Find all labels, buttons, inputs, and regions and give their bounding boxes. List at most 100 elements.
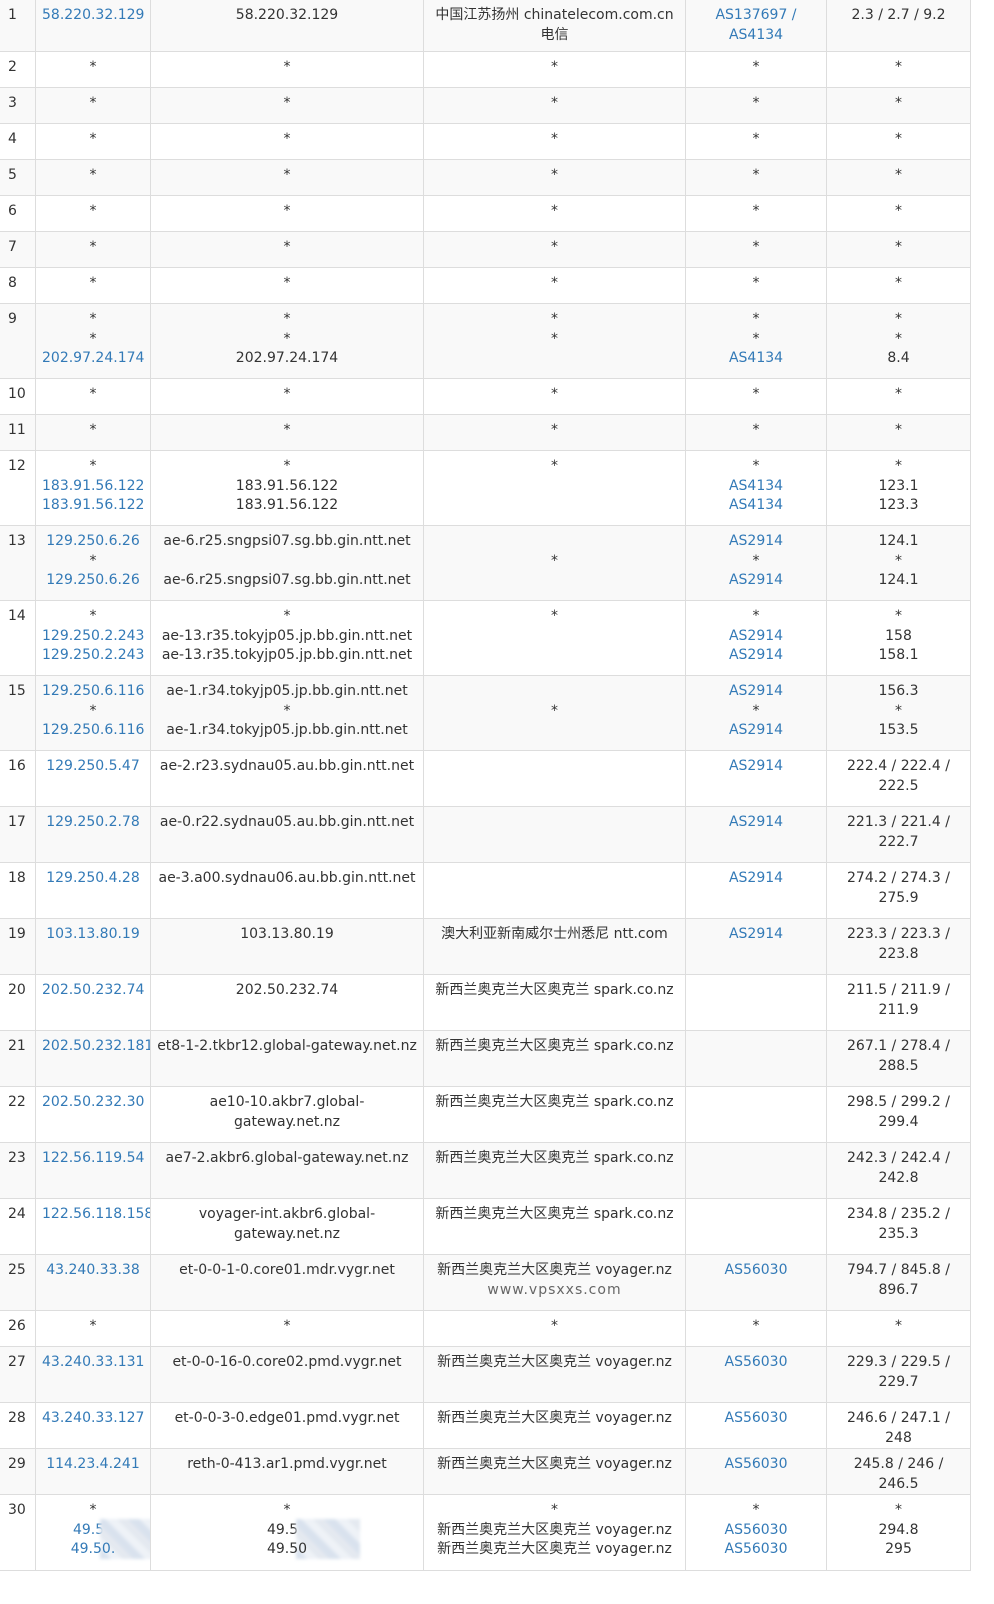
ip-address-link[interactable]: 129.250.6.116 <box>42 682 144 702</box>
ip-address-cell: * <box>35 195 151 232</box>
location-link: 新西兰奥克兰大区奥克兰 voyager.nz <box>437 1262 672 1278</box>
as-number-link[interactable]: AS4134 <box>692 349 820 369</box>
as-number-link[interactable]: AS4134 <box>692 496 820 516</box>
as-number-link[interactable]: AS2914 <box>692 532 820 552</box>
latency-cell: * <box>826 231 971 268</box>
hop-number-cell: 12 <box>0 450 36 526</box>
as-number-link[interactable]: AS56030 <box>692 1261 820 1281</box>
hop-number-cell: 5 <box>0 159 36 196</box>
hostname-link: ae7-2.akbr6.global-gateway.net.nz <box>165 1150 409 1166</box>
as-number-link[interactable]: AS2914 <box>692 682 820 702</box>
ip-address-link[interactable]: 122.56.119.54 <box>42 1149 144 1169</box>
hostname-placeholder: * <box>283 330 291 347</box>
as-number-link[interactable]: AS2914 <box>692 925 820 945</box>
hop-number: 7 <box>8 239 17 255</box>
as-number-link[interactable]: AS137697 / AS4134 <box>692 6 820 45</box>
hostname-redacted: 49.50 <box>157 1518 417 1559</box>
as-number-link[interactable]: AS2914 <box>692 646 820 666</box>
table-row: 13 129.250.6.26 * 129.250.6.26 ae-6.r25.sngp… <box>0 525 971 601</box>
ip-address-cell: 202.50.232.30 <box>35 1086 151 1143</box>
location-cell: 新西兰奥克兰大区奥克兰 spark.co.nz <box>423 1086 686 1143</box>
hostname-cell: voyager-int.akbr6.global-gateway.net.nz <box>150 1198 424 1255</box>
latency-cell: * <box>826 195 971 232</box>
ip-address-link[interactable]: 43.240.33.38 <box>42 1261 144 1281</box>
latency-cell: * <box>826 378 971 415</box>
hostname-placeholder: * <box>283 386 291 402</box>
ip-address-link[interactable]: 129.250.2.243 <box>42 646 144 666</box>
latency-link: 124.1 <box>878 572 919 588</box>
ip-address-link[interactable]: 49.50. <box>42 1540 144 1560</box>
location-cell: * <box>423 231 686 268</box>
latency-placeholder: * <box>895 552 902 569</box>
latency-cell: 234.8 / 235.2 / 235.3 <box>826 1198 971 1255</box>
as-number-link[interactable]: AS56030 <box>692 1455 820 1475</box>
hop-number: 3 <box>8 95 17 111</box>
ip-address-link[interactable]: 183.91.56.122 <box>42 477 144 497</box>
table-row: 30 * 49.50 49.50. * 49.50 49.50 * 新西兰奥克兰大区奥克兰 vo… <box>0 1494 971 1571</box>
hop-number: 9 <box>8 311 17 327</box>
ip-address-link[interactable]: 114.23.4.241 <box>42 1455 144 1475</box>
ip-address-cell: 202.50.232.181 <box>35 1030 151 1087</box>
ip-address-link[interactable]: 129.250.6.26 <box>42 532 144 552</box>
as-number-link[interactable]: AS56030 <box>692 1521 820 1541</box>
as-number-link[interactable]: AS2914 <box>692 627 820 647</box>
location-cell: * * <box>423 303 686 379</box>
location-link: 新西兰奥克兰大区奥克兰 spark.co.nz <box>435 982 674 998</box>
location-link: 澳大利亚新南威尔士州悉尼 ntt.com <box>441 926 668 942</box>
location-cell: * <box>423 123 686 160</box>
hostname-link: reth-0-413.ar1.pmd.vygr.net <box>187 1456 387 1472</box>
location-placeholder: * <box>551 239 558 255</box>
ip-address-link[interactable]: 129.250.5.47 <box>42 757 144 777</box>
latency-cell: 246.6 / 247.1 / 248 <box>826 1402 971 1449</box>
latency-cell: 222.4 / 222.4 / 222.5 <box>826 750 971 807</box>
location-cell: * <box>423 525 686 601</box>
ip-address-link[interactable]: 202.50.232.30 <box>42 1093 144 1113</box>
as-number-link[interactable]: AS2914 <box>692 813 820 833</box>
as-number-link[interactable]: AS2914 <box>692 869 820 889</box>
as-number-link[interactable]: AS56030 <box>692 1409 820 1429</box>
ip-address-link[interactable]: 129.250.2.243 <box>42 627 144 647</box>
hop-number-cell: 11 <box>0 414 36 451</box>
hostname-link: 183.91.56.122 <box>235 497 339 513</box>
ip-address-link[interactable]: 43.240.33.127 <box>42 1409 144 1429</box>
as-number-cell <box>685 1030 827 1087</box>
as-number-link[interactable]: AS56030 <box>692 1353 820 1373</box>
latency-placeholder: * <box>895 167 902 183</box>
as-number-cell: AS56030 <box>685 1448 827 1495</box>
as-number-link[interactable]: AS2914 <box>692 757 820 777</box>
ip-address-link[interactable]: 129.250.2.78 <box>42 813 144 833</box>
ip-address-link[interactable]: 183.91.56.122 <box>42 496 144 516</box>
ip-address-link[interactable]: 202.50.232.74 <box>42 981 144 1001</box>
latency-cell: * <box>826 123 971 160</box>
latency-link: 123.3 <box>878 497 919 513</box>
ip-address-link[interactable]: 122.56.118.158 <box>42 1205 150 1225</box>
ip-address-link[interactable]: 103.13.80.19 <box>42 925 144 945</box>
ip-address-link[interactable]: 129.250.6.26 <box>42 571 144 591</box>
hostname-cell: * 183.91.56.122 183.91.56.122 <box>150 450 424 526</box>
as-number-link[interactable]: AS2914 <box>692 721 820 741</box>
as-number-placeholder: * <box>752 702 760 719</box>
ip-address-link[interactable]: 202.97.24.174 <box>42 349 144 369</box>
hop-number-cell: 26 <box>0 1310 36 1347</box>
ip-address-placeholder: * <box>89 386 97 402</box>
hostname-link: 58.220.32.129 <box>235 7 339 23</box>
location-cell: 新西兰奥克兰大区奥克兰 voyager.nz www.vpsxxs.com <box>423 1254 686 1311</box>
as-number-cell: AS2914 <box>685 806 827 863</box>
ip-address-link[interactable]: 129.250.4.28 <box>42 869 144 889</box>
ip-address-link[interactable]: 129.250.6.116 <box>42 721 144 741</box>
ip-address-link[interactable]: 43.240.33.131 <box>42 1353 144 1373</box>
as-number-link[interactable]: AS56030 <box>692 1540 820 1560</box>
ip-address-link[interactable]: 58.220.32.129 <box>42 6 144 26</box>
latency-link: 211.5 / 211.9 / 211.9 <box>847 982 950 1018</box>
table-row: 8 * * * * * <box>0 267 971 304</box>
location-placeholder <box>430 757 679 777</box>
as-number-link[interactable]: AS4134 <box>692 477 820 497</box>
hostname-link: ae-1.r34.tokyjp05.jp.bb.gin.ntt.net <box>166 683 408 699</box>
as-number-link[interactable]: AS2914 <box>692 571 820 591</box>
ip-address-cell: 202.50.232.74 <box>35 974 151 1031</box>
latency-placeholder: * <box>895 1502 902 1518</box>
as-number-placeholder <box>692 981 820 1001</box>
ip-address-link[interactable]: 202.50.232.181 <box>42 1037 150 1057</box>
location-cell: * 新西兰奥克兰大区奥克兰 voyager.nz 新西兰奥克兰大区奥克兰 voyag… <box>423 1494 686 1571</box>
as-number-placeholder: * <box>752 95 760 111</box>
